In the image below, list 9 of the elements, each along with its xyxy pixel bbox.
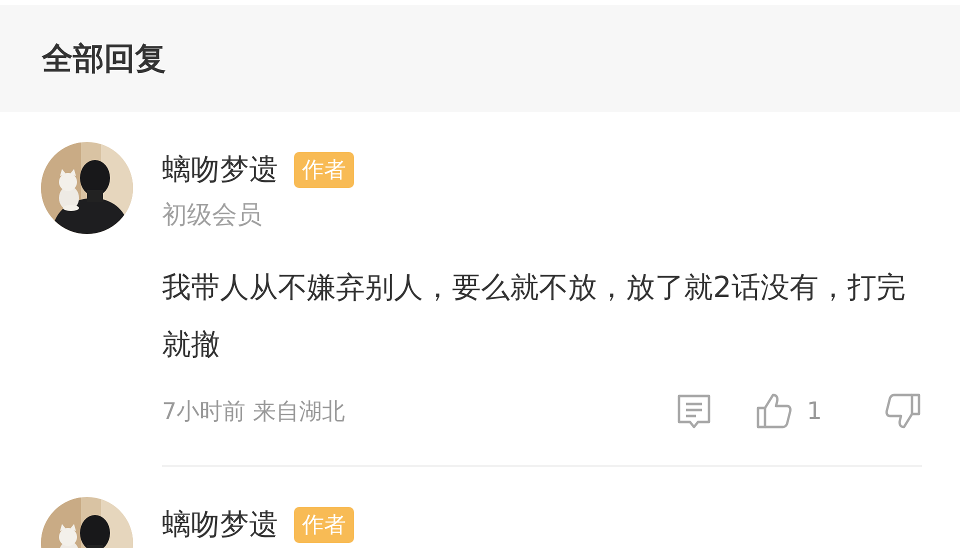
author-badge: 作者 <box>294 507 354 543</box>
author-badge: 作者 <box>294 152 354 188</box>
dislike-icon[interactable] <box>884 392 922 430</box>
user-name[interactable]: 螭吻梦遗 <box>162 505 278 545</box>
user-name[interactable]: 螭吻梦遗 <box>162 150 278 190</box>
section-title: 全部回复 <box>42 40 166 78</box>
comment-text: 我带人从不嫌弃别人，要么就不放，放了就2话没有，打完就撤 <box>162 269 906 363</box>
member-level: 初级会员 <box>162 200 262 229</box>
comment-meta: 7小时前 来自湖北 <box>162 398 346 426</box>
